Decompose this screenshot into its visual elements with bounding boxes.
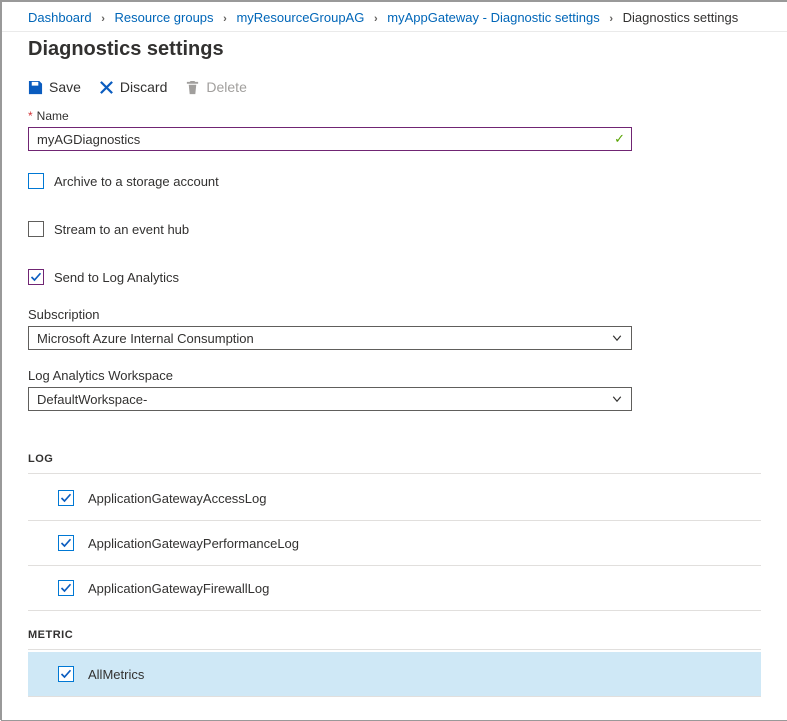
log-item-label: ApplicationGatewayFirewallLog — [88, 581, 269, 596]
workspace-value: DefaultWorkspace- — [37, 392, 147, 407]
valid-check-icon: ✓ — [614, 131, 631, 147]
save-label: Save — [49, 79, 81, 95]
breadcrumb: Dashboard › Resource groups › myResource… — [2, 2, 787, 32]
checkbox-icon[interactable] — [28, 173, 44, 189]
chevron-right-icon: › — [95, 13, 111, 25]
divider — [28, 649, 761, 650]
name-input-wrapper: ✓ — [28, 127, 632, 151]
log-item-label: ApplicationGatewayAccessLog — [88, 491, 267, 506]
metric-item-label: AllMetrics — [88, 667, 144, 682]
log-section-header: LOG — [28, 453, 761, 465]
required-icon: * — [28, 109, 33, 123]
breadcrumb-link-diag-settings[interactable]: myAppGateway - Diagnostic settings — [387, 10, 599, 25]
archive-option[interactable]: Archive to a storage account — [28, 173, 761, 189]
breadcrumb-link-resource-groups[interactable]: Resource groups — [115, 10, 214, 25]
subscription-label: Subscription — [28, 307, 632, 322]
breadcrumb-link-dashboard[interactable]: Dashboard — [28, 10, 92, 25]
stream-option[interactable]: Stream to an event hub — [28, 221, 761, 237]
list-item[interactable]: ApplicationGatewayFirewallLog — [28, 566, 761, 611]
close-icon — [99, 80, 114, 95]
trash-icon — [185, 80, 200, 95]
chevron-right-icon: › — [217, 13, 233, 25]
subscription-select[interactable]: Microsoft Azure Internal Consumption — [28, 326, 632, 350]
name-input[interactable] — [29, 128, 614, 150]
checkbox-icon[interactable] — [58, 535, 74, 551]
delete-button: Delete — [185, 79, 246, 95]
metric-section-header: METRIC — [28, 629, 761, 641]
name-label: *Name — [28, 109, 761, 123]
list-item[interactable]: AllMetrics — [28, 652, 761, 697]
log-list: ApplicationGatewayAccessLog ApplicationG… — [28, 476, 761, 611]
archive-label: Archive to a storage account — [54, 174, 219, 189]
checkbox-icon[interactable] — [58, 490, 74, 506]
page-title: Diagnostics settings — [2, 32, 787, 75]
chevron-right-icon: › — [368, 13, 384, 25]
breadcrumb-link-resource-group[interactable]: myResourceGroupAG — [236, 10, 364, 25]
toolbar: Save Discard Delete — [28, 75, 761, 109]
checkbox-icon[interactable] — [28, 269, 44, 285]
divider — [28, 473, 761, 474]
workspace-select[interactable]: DefaultWorkspace- — [28, 387, 632, 411]
log-item-label: ApplicationGatewayPerformanceLog — [88, 536, 299, 551]
log-analytics-option[interactable]: Send to Log Analytics — [28, 269, 761, 285]
subscription-field: Subscription Microsoft Azure Internal Co… — [28, 307, 632, 350]
save-button[interactable]: Save — [28, 79, 81, 95]
discard-button[interactable]: Discard — [99, 79, 167, 95]
checkbox-icon[interactable] — [58, 666, 74, 682]
log-analytics-label: Send to Log Analytics — [54, 270, 179, 285]
discard-label: Discard — [120, 79, 167, 95]
metric-list: AllMetrics — [28, 652, 761, 697]
subscription-value: Microsoft Azure Internal Consumption — [37, 331, 254, 346]
delete-label: Delete — [206, 79, 246, 95]
workspace-label: Log Analytics Workspace — [28, 368, 632, 383]
list-item[interactable]: ApplicationGatewayPerformanceLog — [28, 521, 761, 566]
breadcrumb-current: Diagnostics settings — [623, 10, 739, 25]
workspace-field: Log Analytics Workspace DefaultWorkspace… — [28, 368, 632, 411]
stream-label: Stream to an event hub — [54, 222, 189, 237]
save-icon — [28, 80, 43, 95]
chevron-down-icon — [611, 393, 623, 405]
checkbox-icon[interactable] — [58, 580, 74, 596]
checkbox-icon[interactable] — [28, 221, 44, 237]
chevron-down-icon — [611, 332, 623, 344]
list-item[interactable]: ApplicationGatewayAccessLog — [28, 476, 761, 521]
chevron-right-icon: › — [603, 13, 619, 25]
